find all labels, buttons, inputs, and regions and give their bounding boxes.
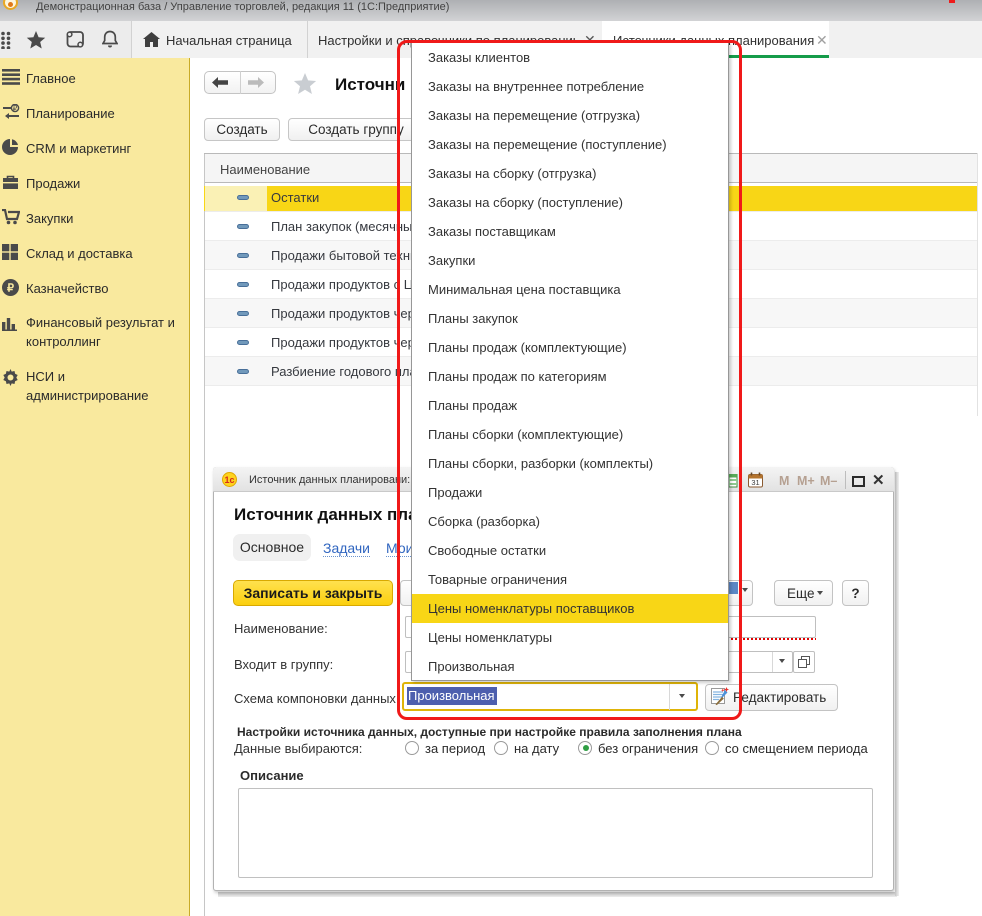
svg-text:₽: ₽ <box>7 283 14 295</box>
svg-text:₽: ₽ <box>13 105 18 113</box>
svg-text:31: 31 <box>751 478 759 487</box>
